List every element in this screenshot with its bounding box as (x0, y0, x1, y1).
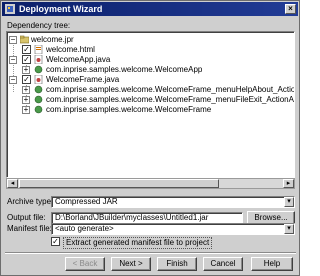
scroll-thumb[interactable] (19, 179, 219, 188)
button-separator (5, 252, 296, 254)
cancel-button[interactable]: Cancel (203, 257, 243, 271)
tree-node-class[interactable]: + com.inprise.samples.welcome.WelcomeFra… (9, 105, 294, 115)
html-file-icon (34, 45, 43, 54)
collapse-icon[interactable]: − (9, 76, 17, 84)
next-button[interactable]: Next > (111, 257, 151, 271)
tree-node-welcomeapp-java[interactable]: − ✓ WelcomeApp.java (9, 55, 289, 65)
tree-node-class[interactable]: + com.inprise.samples.welcome.WelcomeFra… (9, 85, 294, 95)
scroll-right-icon[interactable]: ▸ (283, 179, 294, 188)
class-icon (34, 85, 43, 94)
class-icon (34, 65, 43, 74)
archive-type-label: Archive type: (7, 197, 54, 206)
app-icon (5, 4, 15, 14)
tree-node-label: com.inprise.samples.welcome.WelcomeFrame (46, 105, 212, 114)
finish-button[interactable]: Finish (157, 257, 197, 271)
tree-node-label: com.inprise.samples.welcome.WelcomeApp (46, 65, 203, 74)
class-icon (34, 95, 43, 104)
help-button[interactable]: Help (251, 257, 293, 271)
back-button[interactable]: < Back (65, 257, 105, 271)
tree-node-label: welcome.jpr (31, 35, 74, 44)
manifest-file-select[interactable]: <auto generate> ▾ (51, 223, 295, 235)
collapse-icon[interactable]: − (9, 36, 17, 44)
horizontal-scrollbar[interactable]: ◂ ▸ (6, 178, 295, 189)
tree-node-class[interactable]: + com.inprise.samples.welcome.WelcomeFra… (9, 95, 294, 105)
manifest-file-value: <auto generate> (55, 224, 114, 233)
manifest-file-label: Manifest file: (7, 224, 52, 233)
close-icon[interactable]: × (285, 4, 296, 14)
class-icon (34, 105, 43, 114)
archive-type-value: Compressed JAR (55, 197, 118, 206)
java-file-icon (34, 75, 43, 84)
include-checkbox[interactable]: ✓ (22, 45, 31, 54)
tree-node-class[interactable]: + com.inprise.samples.welcome.WelcomeApp (9, 65, 294, 75)
archive-type-select[interactable]: Compressed JAR ▾ (51, 196, 295, 208)
include-checkbox[interactable]: ✓ (22, 55, 31, 64)
deployment-wizard-dialog: Deployment Wizard × Dependency tree: − w… (0, 0, 300, 276)
tree-node-label: WelcomeApp.java (46, 55, 111, 64)
window-title: Deployment Wizard (19, 4, 103, 14)
chevron-down-icon[interactable]: ▾ (284, 197, 294, 207)
expand-icon[interactable]: + (22, 106, 30, 114)
chevron-down-icon[interactable]: ▾ (284, 224, 294, 234)
title-bar[interactable]: Deployment Wizard × (2, 2, 298, 16)
tree-node-welcome-html[interactable]: ✓ welcome.html (9, 45, 289, 55)
expand-icon[interactable]: + (22, 66, 30, 74)
tree-node-label: com.inprise.samples.welcome.WelcomeFrame… (46, 95, 295, 104)
java-file-icon (34, 55, 43, 64)
include-checkbox[interactable]: ✓ (22, 75, 31, 84)
extract-manifest-checkbox[interactable]: ✓ (51, 237, 60, 246)
dependency-tree-label: Dependency tree: (7, 21, 71, 30)
tree-node-project[interactable]: − welcome.jpr (9, 35, 289, 45)
tree-node-label: WelcomeFrame.java (46, 75, 120, 84)
tree-node-label: welcome.html (46, 45, 95, 54)
folder-icon (20, 35, 29, 44)
expand-icon[interactable]: + (22, 96, 30, 104)
scroll-left-icon[interactable]: ◂ (7, 179, 18, 188)
output-file-value: D:\Borland\JBuilder\myclasses\Untitled1.… (55, 213, 209, 222)
tree-node-label: com.inprise.samples.welcome.WelcomeFrame… (46, 85, 295, 94)
collapse-icon[interactable]: − (9, 56, 17, 64)
tree-node-welcomeframe-java[interactable]: − ✓ WelcomeFrame.java (9, 75, 289, 85)
extract-manifest-label: Extract generated manifest file to proje… (63, 237, 213, 249)
dependency-tree[interactable]: − welcome.jpr ✓ welcome.html − ✓ Welcome… (6, 31, 295, 178)
output-file-label: Output file: (7, 213, 46, 222)
expand-icon[interactable]: + (22, 86, 30, 94)
